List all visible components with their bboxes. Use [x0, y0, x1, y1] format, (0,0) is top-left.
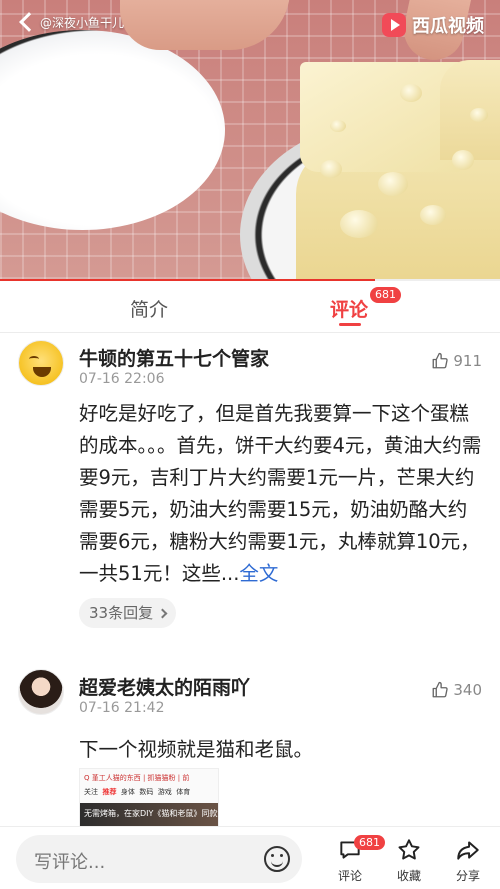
share-label: 分享	[455, 869, 480, 883]
cake-slice-image	[300, 62, 460, 172]
cheese-hole	[378, 172, 408, 196]
cheese-hole	[400, 84, 422, 102]
chevron-right-icon	[157, 608, 168, 618]
tab-comments[interactable]: 评论	[330, 295, 368, 322]
thumbs-up-icon	[432, 681, 449, 698]
cheese-hole	[470, 108, 488, 122]
back-icon	[19, 12, 39, 32]
comment-input[interactable]: 写评论...	[16, 835, 302, 883]
tab-active-indicator	[339, 323, 361, 326]
like-button[interactable]: 911	[431, 352, 482, 370]
tab-bar: 简介 评论 681	[0, 281, 500, 333]
cheese-hole	[330, 120, 346, 132]
cake-slice-image-2	[440, 60, 500, 160]
avatar[interactable]	[18, 340, 64, 386]
read-more-link[interactable]: 全文	[239, 562, 278, 585]
comment-time: 07-16 21:42	[79, 700, 165, 716]
comment-text-content: 好吃是好吃了，但是首先我要算一下这个蛋糕的成本。。。首先，饼干大约要4元，黄油大…	[79, 402, 482, 585]
plate-image	[0, 30, 225, 230]
star-icon	[398, 839, 420, 860]
back-button[interactable]: @深夜小鱼干儿	[16, 10, 124, 34]
screenshot-tab: 体育	[176, 788, 191, 796]
thumbs-up-icon	[432, 352, 449, 369]
cheese-hole	[340, 210, 378, 238]
screenshot-search-bar: Q 堇工人猫的东西 | 抓猫猫粉 | 前	[84, 774, 190, 782]
cheese-hole	[420, 205, 446, 225]
screenshot-tab: 身体	[120, 788, 135, 796]
screenshot-caption: 无需烤箱，在家DIY《猫和老鼠》同款奶酪蛋糕	[84, 809, 218, 818]
comment-author[interactable]: 超爱老姨太的陌雨吖	[79, 673, 250, 700]
comment-label: 评论	[337, 869, 362, 883]
hand-image	[120, 0, 290, 50]
cheese-hole	[452, 150, 474, 170]
comment-time: 07-16 22:06	[79, 371, 165, 387]
comment-count-badge: 681	[370, 287, 401, 303]
screenshot-tab: 数码	[139, 788, 154, 796]
screenshot-tabs: 关注 推荐 身体 数码 游戏 体育	[84, 787, 190, 797]
comment-text: 好吃是好吃了，但是首先我要算一下这个蛋糕的成本。。。首先，饼干大约要4元，黄油大…	[79, 398, 484, 590]
brand-name: 西瓜视频	[412, 16, 484, 37]
replies-button[interactable]: 33条回复	[79, 598, 177, 628]
avatar[interactable]	[18, 669, 64, 715]
page: @深夜小鱼干儿 西瓜视频 简介 评论 681 牛顿的第五十七个管家 07-16 …	[0, 0, 500, 889]
comment-button[interactable]: 681 评论	[325, 835, 385, 884]
comment-author[interactable]: 牛顿的第五十七个管家	[79, 344, 269, 371]
screenshot-tab: 关注	[84, 788, 98, 796]
comment-count-badge: 681	[354, 835, 385, 850]
screenshot-tab: 推荐	[102, 788, 117, 796]
xigua-logo-icon	[382, 13, 406, 37]
like-count: 340	[453, 681, 482, 699]
replies-count: 33条回复	[89, 604, 154, 622]
comment-text: 下一个视频就是猫和老鼠。	[79, 738, 314, 761]
favorite-label: 收藏	[396, 869, 421, 883]
comment-input-placeholder: 写评论...	[34, 852, 106, 873]
tab-intro[interactable]: 简介	[130, 295, 168, 322]
brand-watermark: 西瓜视频	[382, 12, 484, 38]
share-icon	[457, 841, 479, 860]
emoji-icon[interactable]	[264, 846, 290, 872]
video-player[interactable]: @深夜小鱼干儿 西瓜视频	[0, 0, 500, 279]
screenshot-tab: 游戏	[157, 788, 172, 796]
channel-name: @深夜小鱼干儿	[40, 15, 125, 30]
share-button[interactable]: 分享	[443, 837, 493, 884]
favorite-button[interactable]: 收藏	[384, 837, 434, 884]
like-button[interactable]: 340	[431, 681, 482, 699]
bottom-bar: 写评论... 681 评论 收藏 分享	[0, 826, 500, 889]
cheese-hole	[320, 160, 342, 178]
like-count: 911	[453, 352, 482, 370]
